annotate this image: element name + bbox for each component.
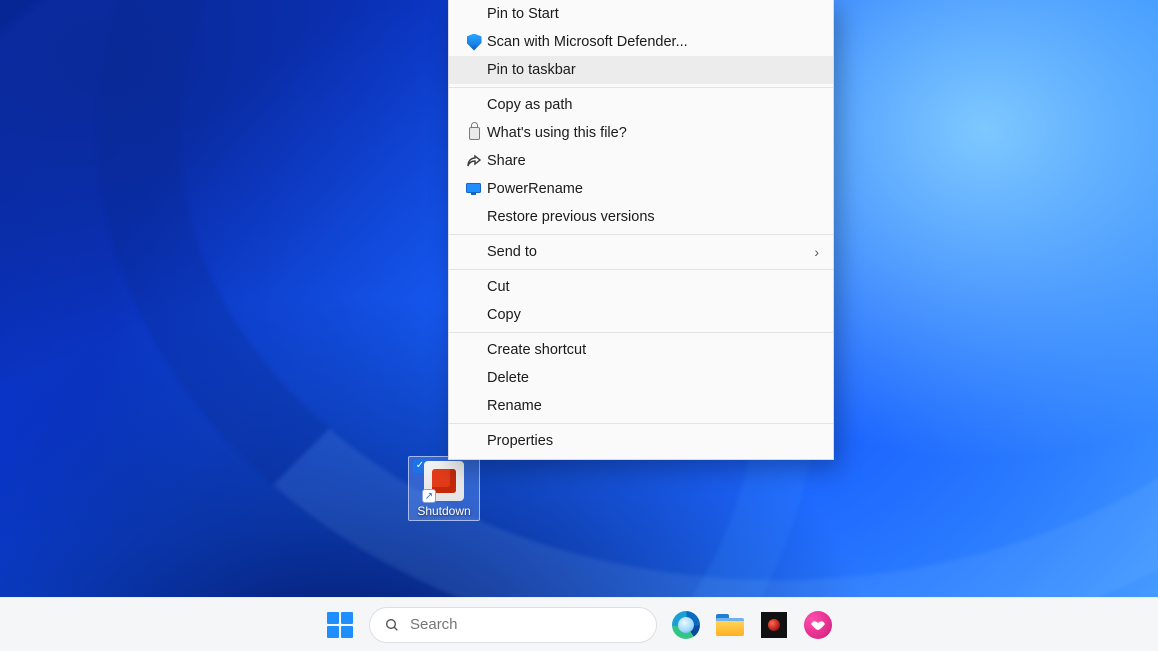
desktop-icon-shutdown[interactable]: ✓ ↗ Shutdown [408, 456, 480, 521]
share-icon [466, 154, 482, 168]
shield-icon [467, 34, 482, 51]
menu-item-send-to[interactable]: Send to› [449, 238, 833, 266]
camera-icon [761, 612, 787, 638]
menu-item-label: Copy as path [487, 97, 819, 113]
app-icon: ↗ [424, 461, 464, 501]
menu-item-rename[interactable]: Rename [449, 392, 833, 420]
search-icon [384, 617, 400, 633]
menu-item-restore-prev[interactable]: Restore previous versions [449, 203, 833, 231]
menu-item-create-shortcut[interactable]: Create shortcut [449, 336, 833, 364]
menu-item-label: Create shortcut [487, 342, 819, 358]
taskbar-app-dark[interactable] [759, 610, 789, 640]
menu-item-cut[interactable]: Cut [449, 273, 833, 301]
menu-item-label: Pin to taskbar [487, 62, 819, 78]
start-button[interactable] [325, 610, 355, 640]
menu-item-label: Restore previous versions [487, 209, 819, 225]
chevron-right-icon: › [814, 244, 819, 260]
menu-item-label: What's using this file? [487, 125, 819, 141]
file-explorer-icon [716, 614, 744, 636]
menu-item-share[interactable]: Share [449, 147, 833, 175]
menu-item-copy-path[interactable]: Copy as path [449, 91, 833, 119]
search-input[interactable] [410, 616, 642, 633]
shortcut-overlay-icon: ↗ [422, 489, 436, 503]
menu-item-delete[interactable]: Delete [449, 364, 833, 392]
taskbar-app-file-explorer[interactable] [715, 610, 745, 640]
windows-logo-icon [327, 612, 353, 638]
taskbar-app-edge[interactable] [671, 610, 701, 640]
menu-item-label: Share [487, 153, 819, 169]
desktop-icon-label: Shutdown [417, 504, 470, 518]
menu-item-pin-start[interactable]: Pin to Start [449, 0, 833, 28]
menu-item-label: Delete [487, 370, 819, 386]
monitor-icon [466, 183, 483, 196]
menu-item-copy[interactable]: Copy [449, 301, 833, 329]
menu-item-label: Scan with Microsoft Defender... [487, 34, 819, 50]
edge-icon [672, 611, 700, 639]
taskbar-app-pink[interactable] [803, 610, 833, 640]
menu-item-pin-taskbar[interactable]: Pin to taskbar [449, 56, 833, 84]
menu-item-label: Properties [487, 433, 819, 449]
menu-item-label: PowerRename [487, 181, 819, 197]
menu-item-label: Pin to Start [487, 6, 819, 22]
menu-item-whats-using[interactable]: What's using this file? [449, 119, 833, 147]
taskbar-search[interactable] [369, 607, 657, 643]
menu-item-scan-defender[interactable]: Scan with Microsoft Defender... [449, 28, 833, 56]
lips-icon [804, 611, 832, 639]
menu-item-label: Cut [487, 279, 819, 295]
lock-icon [469, 127, 480, 140]
menu-item-label: Rename [487, 398, 819, 414]
menu-item-properties[interactable]: Properties [449, 427, 833, 455]
context-menu: Pin to Start Scan with Microsoft Defender… [448, 0, 834, 460]
taskbar [0, 597, 1158, 651]
menu-item-powerrename[interactable]: PowerRename [449, 175, 833, 203]
menu-item-label: Copy [487, 307, 819, 323]
menu-item-label: Send to [487, 244, 814, 260]
